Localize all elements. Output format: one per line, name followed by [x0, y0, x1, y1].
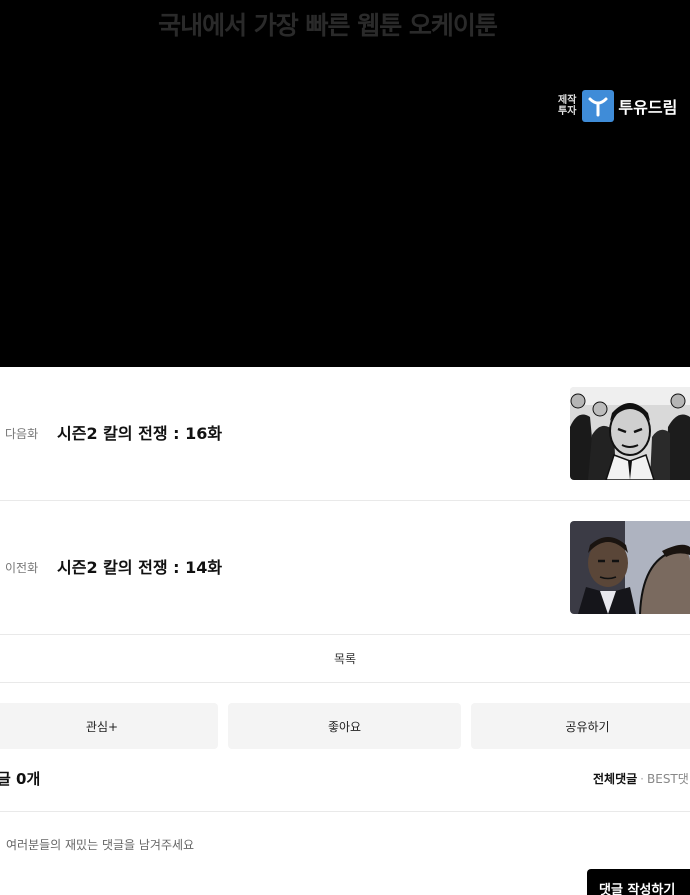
ad-banner[interactable]: 국내에서 가장 빠른 웹툰 오케이툰 제작 투자 투유드림 — [0, 0, 690, 367]
write-comment-button[interactable]: 댓글 작성하기 — [587, 869, 690, 895]
previous-episode-title[interactable]: 시즌2 칼의 전쟁 : 14화 — [57, 501, 222, 635]
sort-separator: · — [640, 772, 644, 786]
next-episode-tag: 다음화 — [5, 427, 39, 441]
next-episode-row[interactable]: 다음화 시즌2 칼의 전쟁 : 16화 — [0, 367, 690, 501]
previous-episode-tag: 이전화 — [5, 561, 39, 575]
next-episode-title[interactable]: 시즌2 칼의 전쟁 : 16화 — [57, 367, 222, 501]
sponsor-prefix-line1: 제작 — [558, 95, 577, 106]
sort-all-comments-tab[interactable]: 전체댓글 — [593, 772, 637, 786]
sort-best-comments-tab[interactable]: BEST댓 — [647, 772, 689, 786]
comment-input[interactable]: 여러분들의 재밌는 댓글을 남겨주세요 — [6, 836, 194, 853]
share-button[interactable]: 공유하기 — [471, 703, 690, 749]
episode-list-link[interactable]: 목록 — [0, 636, 690, 682]
banner-headline: 국내에서 가장 빠른 웹툰 오케이툰 — [158, 11, 498, 40]
sponsor-name: 투유드림 — [618, 98, 678, 117]
previous-episode-thumbnail[interactable] — [570, 521, 690, 614]
sponsor-prefix: 제작 투자 — [558, 95, 576, 117]
sponsor-logo-icon — [582, 90, 615, 122]
comment-count: 글 0개 — [0, 770, 41, 788]
previous-episode-row[interactable]: 이전화 시즌2 칼의 전쟁 : 14화 — [0, 501, 690, 635]
comment-header: 글 0개 전체댓글 · BEST댓 — [0, 764, 690, 812]
episode-list-row: 목록 — [0, 636, 690, 683]
next-episode-thumbnail[interactable] — [570, 387, 690, 480]
comment-sort-tabs: 전체댓글 · BEST댓 — [593, 764, 689, 794]
sponsor-badge: 제작 투자 투유드림 — [558, 89, 677, 123]
sponsor-prefix-line2: 투자 — [558, 106, 577, 117]
like-button[interactable]: 좋아요 — [228, 703, 461, 749]
favorite-button[interactable]: 관심+ — [0, 703, 218, 749]
